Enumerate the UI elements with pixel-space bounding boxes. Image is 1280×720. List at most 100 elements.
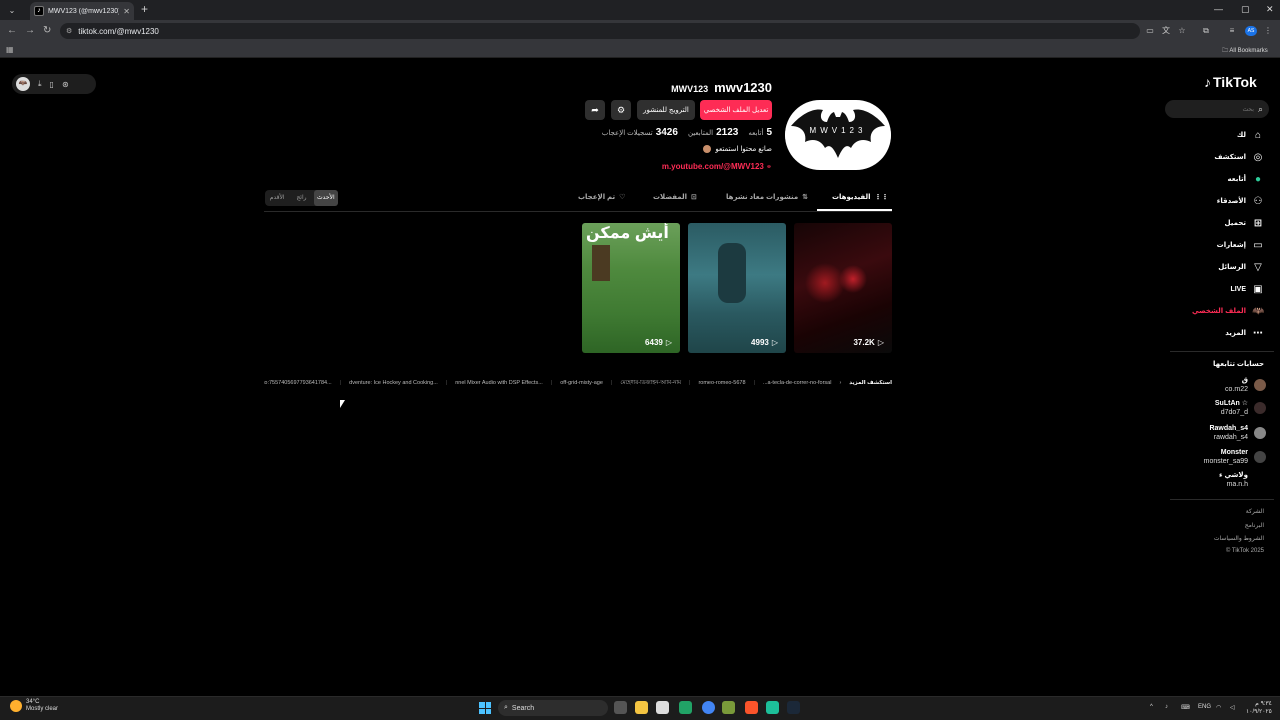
task-view-icon[interactable] xyxy=(614,701,627,714)
explore-chip[interactable]: ...dventure: Ice Hockey and Cooking xyxy=(349,380,438,388)
search-icon[interactable]: ⌕ xyxy=(1258,104,1263,115)
explore-chip[interactable]: ...nnel Mixer Audio with DSP Effects xyxy=(455,380,543,388)
bookmark-star-icon[interactable]: ☆ xyxy=(1177,26,1187,36)
edit-profile-button[interactable]: تعديل الملف الشخصي xyxy=(700,100,772,120)
video-thumbnail[interactable]: 4993 ▷ xyxy=(688,223,786,353)
stat-followers[interactable]: 2123المتابعين xyxy=(688,127,738,138)
tray-chevron-icon[interactable]: ^ xyxy=(1150,704,1153,710)
stat-label: تسجيلات الإعجاب xyxy=(601,130,653,137)
download-icon[interactable]: ⤓ xyxy=(38,79,42,89)
start-windows-icon[interactable] xyxy=(479,702,491,714)
account-name: ق xyxy=(1241,377,1248,384)
search-input[interactable]: بحث ⌕ xyxy=(1165,100,1269,118)
sidebar-item-for-you[interactable]: لك ⌂ xyxy=(1174,127,1264,143)
video-thumbnail[interactable]: 37.2K ▷ xyxy=(794,223,892,353)
sidebar-item-live[interactable]: LIVE ▣ xyxy=(1174,281,1264,297)
phone-icon[interactable]: ▯ xyxy=(50,80,54,89)
settings-gear-icon[interactable]: ⚙ xyxy=(611,100,631,120)
profile-avatar[interactable]: AS xyxy=(1245,26,1257,36)
steam-icon[interactable] xyxy=(787,701,800,714)
wifi-icon[interactable]: ◠ xyxy=(1216,704,1221,711)
tab-liked[interactable]: تم الإعجاب ♡ xyxy=(578,193,625,201)
explore-chip[interactable]: a-tecla-de-correr-no-forsal... xyxy=(763,380,831,388)
sort-oldest[interactable]: الأقدم xyxy=(265,190,289,206)
view-count: 6439 ▷ xyxy=(645,338,672,347)
apps-grid-icon[interactable]: ▦ xyxy=(6,45,14,54)
translate-icon[interactable]: 文 xyxy=(1161,26,1171,36)
maximize-icon[interactable]: ▢ xyxy=(1241,4,1250,15)
new-tab-button[interactable]: + xyxy=(141,2,148,16)
brave-icon[interactable] xyxy=(745,701,758,714)
sidebar-item-label: الأصدقاء xyxy=(1216,198,1246,205)
address-bar[interactable]: ⚙ tiktok.com/@mwv1230 xyxy=(60,23,1140,39)
explore-chip[interactable]: ...ato:7557405697793641784 xyxy=(264,380,332,388)
profile-link[interactable]: m.youtube.com/@MWV123 ⚭ xyxy=(662,162,772,171)
weather-condition: Mostly clear xyxy=(26,706,59,712)
footer-link-program[interactable]: البرنامج xyxy=(1245,522,1264,529)
media-icon[interactable]: ≡ xyxy=(1227,26,1237,36)
browser-tab[interactable]: ♪ MWV123 (@mwv1230) | TikTok ✕ xyxy=(30,2,134,20)
tiktok-logo[interactable]: ♪ TikTok xyxy=(1204,74,1257,90)
microphone-icon[interactable]: ♪ xyxy=(1165,704,1168,710)
tab-favorites[interactable]: المفضلات ⊡ xyxy=(653,193,697,201)
weather-widget[interactable]: 34°C Mostly clear xyxy=(10,699,58,713)
profile-avatar-image[interactable]: MWV123 xyxy=(785,100,891,170)
close-tab-icon[interactable]: ✕ xyxy=(123,7,130,16)
keyboard-icon[interactable]: ⌨ xyxy=(1181,704,1190,711)
explore-chip[interactable]: romeo-romeo-5678 xyxy=(698,380,745,388)
extensions-icon[interactable]: ⧉ xyxy=(1201,26,1211,36)
system-clock[interactable]: ٩:٣٤ م ١٠/٩/٢٠٢٥ xyxy=(1246,700,1272,716)
sidebar-item-messages[interactable]: الرسائل ▽ xyxy=(1174,259,1264,275)
file-explorer-icon[interactable] xyxy=(635,701,648,714)
sidebar-item-more[interactable]: المزيد ⋯ xyxy=(1174,325,1264,341)
taskbar-search[interactable]: ⌕ Search xyxy=(498,700,608,716)
profile-name-row: MWV123 mwv1230 xyxy=(671,80,772,95)
tiktok-note-icon: ♪ xyxy=(1204,74,1211,90)
sidebar-item-friends[interactable]: الأصدقاء ⚇ xyxy=(1174,193,1264,209)
sort-popular[interactable]: رائج xyxy=(289,190,313,206)
following-account[interactable]: SuLtAn ☆ d7do7_d xyxy=(1156,399,1266,417)
site-info-icon[interactable]: ⚙ xyxy=(66,27,72,35)
sidebar-item-explore[interactable]: استكشف ◎ xyxy=(1174,149,1264,165)
window-close-icon[interactable]: ✕ xyxy=(1266,4,1274,15)
minimize-icon[interactable]: — xyxy=(1214,4,1223,14)
bio-text: صانع محتوا استمتعو xyxy=(715,146,772,153)
stat-following[interactable]: 5أتابعه xyxy=(748,127,772,138)
reload-icon[interactable]: ↻ xyxy=(43,25,51,36)
sidebar-item-profile[interactable]: الملف الشخصي 🦇 xyxy=(1174,303,1265,319)
sidebar-item-upload[interactable]: تحميل ⊞ xyxy=(1174,215,1264,231)
tab-search-icon[interactable]: ⌄ xyxy=(6,5,18,17)
sidebar-item-following[interactable]: أتابعه ● xyxy=(1174,171,1264,187)
following-account[interactable]: ق co.m22 xyxy=(1156,376,1266,394)
tab-reposts[interactable]: منشورات معاد نشرها ⇅ xyxy=(726,193,808,201)
footer-link-terms[interactable]: الشروط والسياسات xyxy=(1214,535,1264,542)
forward-icon[interactable]: → xyxy=(25,25,35,36)
following-account[interactable]: ولاشي ء ma.n.h xyxy=(1156,471,1266,489)
chevron-left-icon[interactable]: ‹ xyxy=(839,380,841,388)
cast-icon[interactable]: ▭ xyxy=(1145,26,1155,36)
promote-post-button[interactable]: الترويج للمنشور xyxy=(637,100,695,120)
minecraft-icon[interactable] xyxy=(722,701,735,714)
explore-chip[interactable]: off-grid-misty-age xyxy=(560,380,603,388)
app-icon[interactable] xyxy=(766,701,779,714)
back-icon[interactable]: ← xyxy=(7,25,17,36)
explore-chip[interactable]: মেহেদীর-ডিজাইন-আর্মি-নাম xyxy=(620,380,681,388)
volume-icon[interactable]: ◁ xyxy=(1230,704,1235,711)
chrome-icon[interactable] xyxy=(702,701,715,714)
tab-videos[interactable]: الفيديوهات ⋮⋮ xyxy=(832,193,889,201)
sort-latest[interactable]: الأحدث xyxy=(313,190,338,206)
language-indicator[interactable]: ENG xyxy=(1198,704,1211,710)
footer-link-company[interactable]: الشركة xyxy=(1246,508,1264,515)
menu-icon[interactable]: ⋮ xyxy=(1263,26,1273,36)
all-bookmarks[interactable]: 🗀 All Bookmarks xyxy=(1222,46,1268,56)
account-handle: d7do7_d xyxy=(1220,409,1248,416)
video-thumbnail[interactable]: أيش ممكن 6439 ▷ xyxy=(582,223,680,353)
excel-icon[interactable] xyxy=(679,701,692,714)
settings-icon[interactable]: ⊛ xyxy=(62,80,69,89)
sidebar-item-notifications[interactable]: إشعارات ▭ xyxy=(1174,237,1264,253)
following-account[interactable]: Monster monster_sa99 xyxy=(1156,448,1266,466)
bat-icon[interactable]: 🦇 xyxy=(16,77,30,91)
following-account[interactable]: Rawdah_s4 rawdah_s4 xyxy=(1156,424,1266,442)
share-icon[interactable]: ➦ xyxy=(585,100,605,120)
calendar-app-icon[interactable] xyxy=(656,701,669,714)
